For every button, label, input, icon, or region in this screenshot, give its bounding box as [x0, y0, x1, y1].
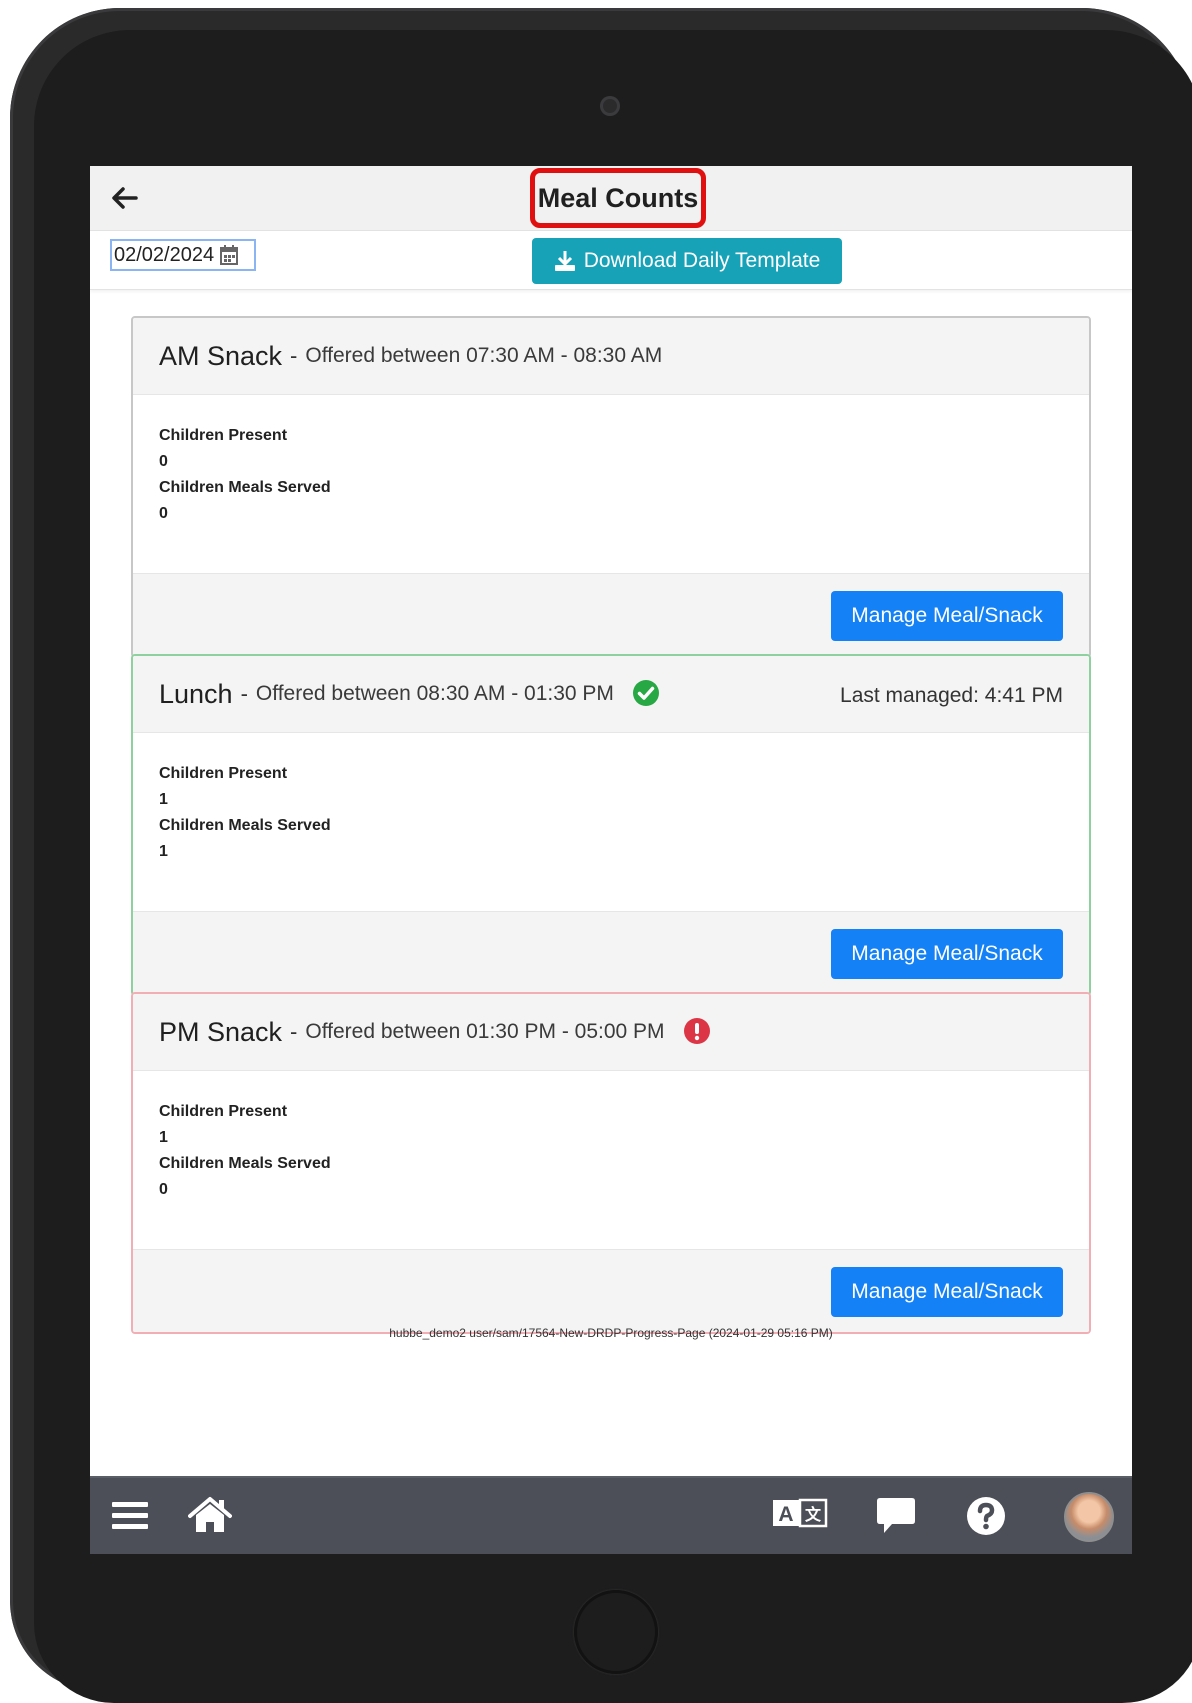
chat-bubble-icon[interactable] — [876, 1496, 916, 1536]
card-header: AM Snack - Offered between 07:30 AM - 08… — [133, 318, 1089, 395]
user-avatar[interactable] — [1064, 1492, 1114, 1542]
svg-text:A: A — [778, 1503, 793, 1526]
meals-served-label: Children Meals Served — [159, 479, 331, 496]
bottom-nav: A 文 — [90, 1476, 1132, 1554]
card-footer: Manage Meal/Snack — [133, 573, 1089, 656]
manage-meal-button[interactable]: Manage Meal/Snack — [831, 591, 1063, 641]
top-bar: Meal Counts — [90, 166, 1132, 231]
calendar-icon — [220, 245, 239, 265]
children-present-label: Children Present — [159, 1103, 288, 1120]
card-body: Children Present 1 Children Meals Served… — [133, 733, 1089, 911]
svg-text:文: 文 — [805, 1505, 822, 1524]
date-value: 02/02/2024 — [114, 243, 215, 266]
card-body: Children Present 1 Children Meals Served… — [133, 1071, 1089, 1249]
home-icon[interactable] — [188, 1496, 232, 1534]
children-present-value: 0 — [159, 453, 168, 470]
offered-time: Offered between 08:30 AM - 01:30 PM — [255, 682, 614, 705]
translate-icon[interactable]: A 文 — [772, 1498, 828, 1528]
children-present-label: Children Present — [159, 427, 288, 444]
back-button[interactable] — [104, 180, 144, 216]
toolbar: 02/02/2024 Download Daily Template — [90, 231, 1132, 290]
exclamation-circle-icon — [683, 1017, 713, 1047]
device-home-button — [574, 1590, 658, 1674]
separator: - — [240, 681, 248, 706]
version-info: hubbe_demo2 user/sam/17564-New-DRDP-Prog… — [389, 1326, 833, 1340]
meal-name: Lunch — [159, 678, 233, 709]
separator: - — [290, 343, 298, 368]
offered-time: Offered between 01:30 PM - 05:00 PM — [305, 1020, 665, 1043]
app-screen: Meal Counts 02/02/2024 Download Daily Te… — [90, 166, 1132, 1554]
card-footer: Manage Meal/Snack — [133, 911, 1089, 994]
meals-served-label: Children Meals Served — [159, 1155, 331, 1172]
manage-meal-button[interactable]: Manage Meal/Snack — [831, 929, 1063, 979]
download-button-label: Download Daily Template — [583, 249, 821, 272]
separator: - — [290, 1019, 298, 1044]
download-icon — [554, 251, 575, 271]
children-present-value: 1 — [159, 1129, 168, 1146]
meal-card-pm-snack: PM Snack - Offered between 01:30 PM - 05… — [131, 992, 1091, 1334]
last-managed-text: Last managed: 4:41 PM — [840, 684, 1063, 707]
meal-card-lunch: Lunch - Offered between 08:30 AM - 01:30… — [131, 654, 1091, 996]
hamburger-menu-icon[interactable] — [112, 1500, 148, 1532]
meal-name: AM Snack — [159, 340, 283, 371]
arrow-left-icon — [112, 187, 138, 209]
children-present-label: Children Present — [159, 765, 288, 782]
check-circle-icon — [632, 679, 662, 709]
tablet-frame: Meal Counts 02/02/2024 Download Daily Te… — [10, 8, 1192, 1703]
card-footer: Manage Meal/Snack — [133, 1249, 1089, 1332]
offered-time: Offered between 07:30 AM - 08:30 AM — [305, 344, 663, 367]
camera — [600, 96, 620, 116]
meals-served-label: Children Meals Served — [159, 817, 331, 834]
help-question-icon[interactable] — [966, 1496, 1006, 1536]
meals-served-value: 1 — [159, 843, 168, 860]
meal-card-am-snack: AM Snack - Offered between 07:30 AM - 08… — [131, 316, 1091, 658]
card-header: Lunch - Offered between 08:30 AM - 01:30… — [133, 656, 1089, 733]
manage-meal-button[interactable]: Manage Meal/Snack — [831, 1267, 1063, 1317]
download-template-button[interactable]: Download Daily Template — [532, 238, 842, 284]
meals-served-value: 0 — [159, 505, 168, 522]
card-body: Children Present 0 Children Meals Served… — [133, 395, 1089, 573]
date-field[interactable]: 02/02/2024 — [110, 239, 256, 271]
children-present-value: 1 — [159, 791, 168, 808]
page-title: Meal Counts — [530, 168, 706, 228]
meal-name: PM Snack — [159, 1016, 283, 1047]
meals-served-value: 0 — [159, 1181, 168, 1198]
card-header: PM Snack - Offered between 01:30 PM - 05… — [133, 994, 1089, 1071]
